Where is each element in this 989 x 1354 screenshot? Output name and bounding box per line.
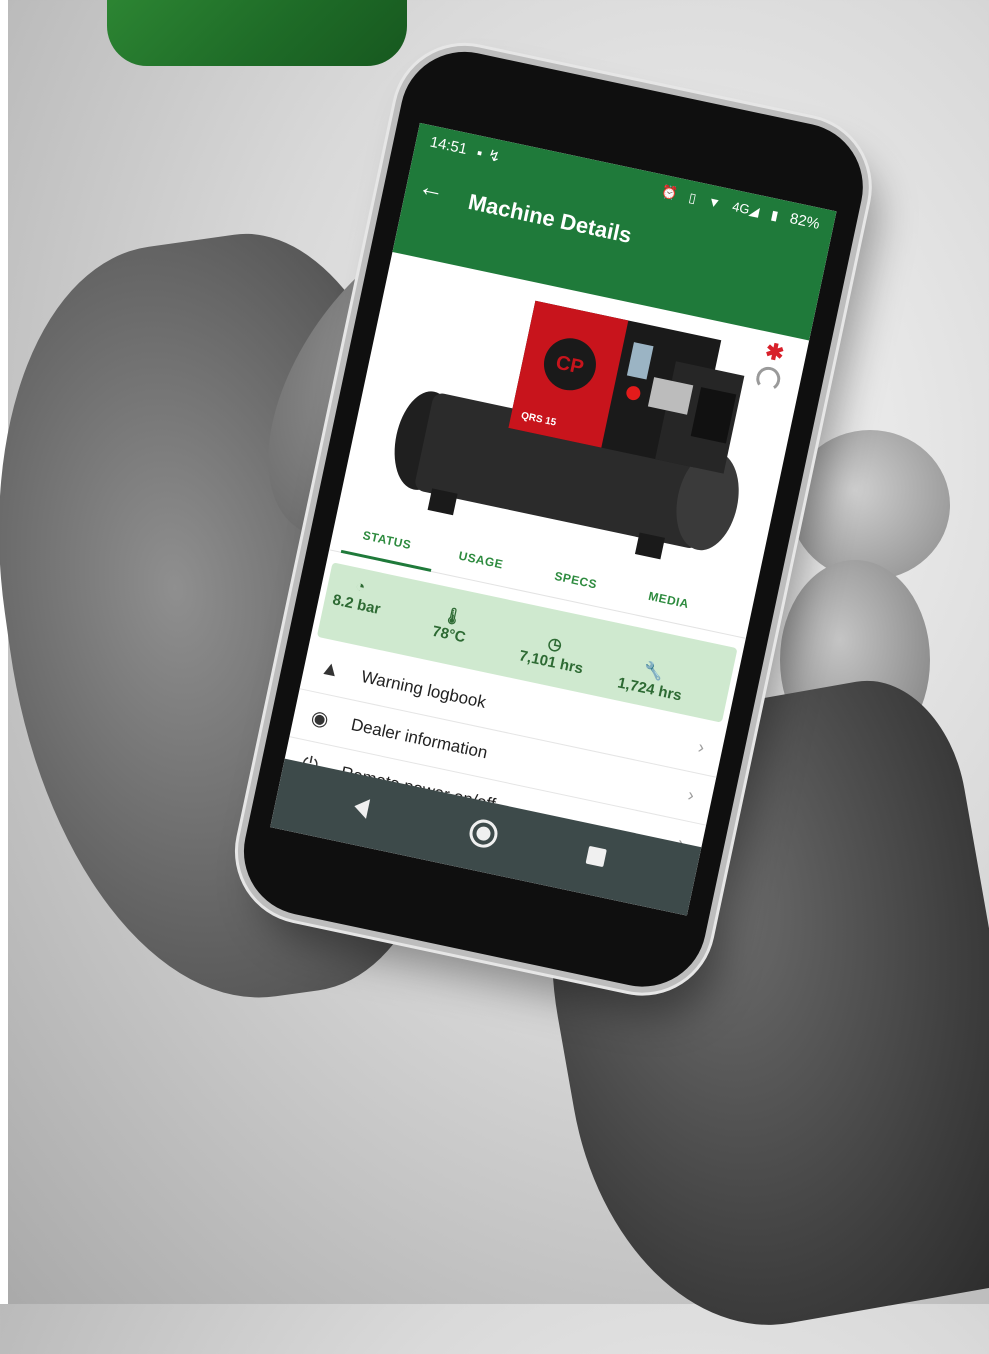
left-border [0, 0, 8, 1304]
brand-badge [107, 0, 407, 66]
wifi-icon: ▼ [706, 193, 723, 211]
nav-recents-icon[interactable] [585, 845, 607, 868]
nav-home-icon[interactable] [466, 816, 501, 851]
tab-media[interactable]: MEDIA [647, 589, 690, 611]
battery-percent: 82% [788, 210, 822, 233]
chevron-right-icon: › [696, 736, 707, 758]
tab-status[interactable]: STATUS [361, 528, 412, 552]
alarm-icon: ⏰ [659, 183, 679, 202]
tab-usage[interactable]: USAGE [457, 549, 504, 572]
status-time: 14:51 [428, 133, 469, 158]
right-finger-upper [790, 430, 950, 580]
missed-call-icon: ↯ [486, 146, 508, 168]
account-circle-icon: ◉ [308, 706, 331, 732]
tab-specs[interactable]: SPECS [553, 569, 598, 592]
metric-temperature: 🌡 78°C [431, 605, 471, 647]
status-right-group: ⏰ ▯ ▼ 4G◢ ▮ 82% [659, 183, 822, 233]
metric-running-hours: ◷ 7,101 hrs [518, 630, 589, 677]
arrow-back-icon[interactable]: ← [416, 170, 448, 206]
battery-icon: ▮ [769, 207, 780, 224]
warning-icon: ▲ [318, 656, 343, 682]
chevron-right-icon: › [686, 784, 697, 806]
nav-back-icon[interactable] [352, 796, 371, 819]
metric-service-hours: 🔧 1,724 hrs [616, 657, 687, 704]
network-label: 4G [730, 198, 752, 218]
signal-4g-icon: 4G◢ [730, 198, 761, 220]
metric-pressure: ◔ 8.2 bar [331, 574, 386, 618]
vibrate-icon: ▯ [687, 189, 698, 206]
